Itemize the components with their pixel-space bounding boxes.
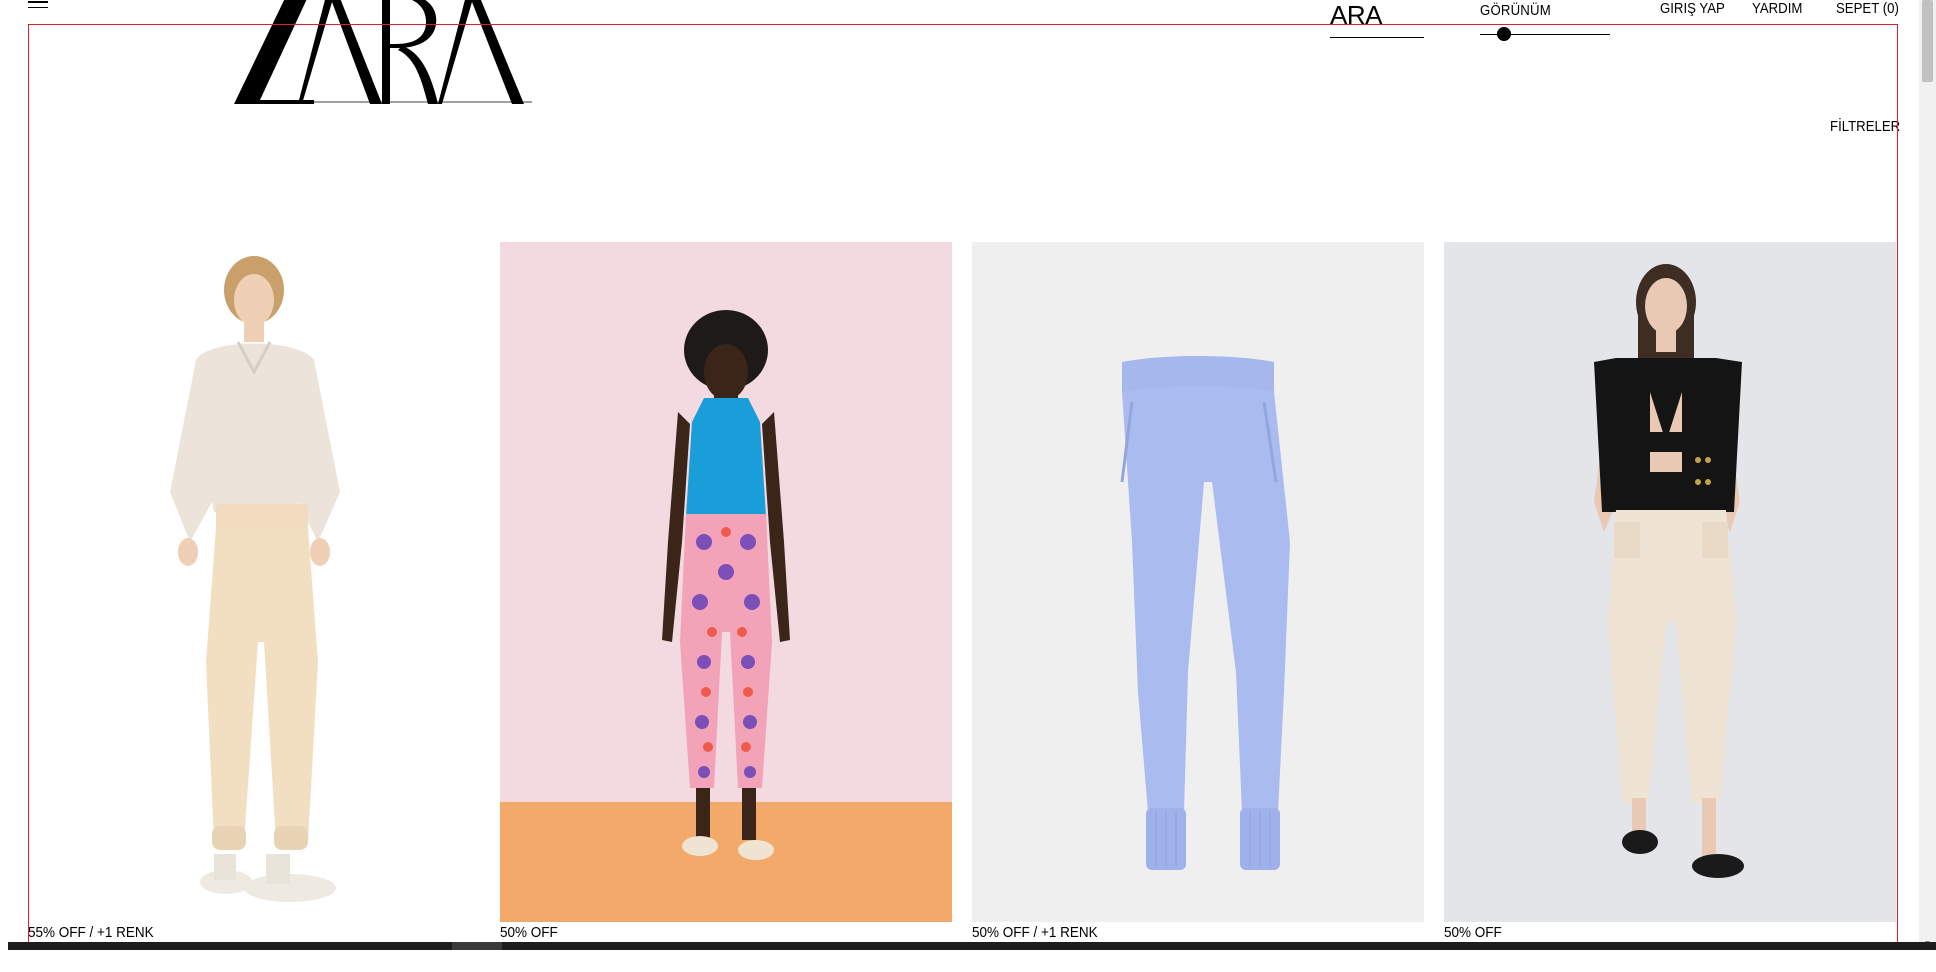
product-caption[interactable]: 50% OFF: [500, 924, 907, 941]
product-card[interactable]: 55% OFF / +1 RENK: [28, 242, 480, 941]
page: ARA GÖRÜNÜM GIRIŞ YAP YARDIM SEPET (0) F…: [0, 0, 1936, 972]
login-link[interactable]: GIRIŞ YAP: [1660, 0, 1725, 17]
product-image[interactable]: [500, 242, 952, 922]
product-image[interactable]: [28, 242, 480, 922]
product-image[interactable]: [1444, 242, 1896, 922]
product-card[interactable]: 50% OFF: [1444, 242, 1896, 941]
taskbar: [8, 942, 1936, 950]
product-caption[interactable]: 50% OFF: [1444, 924, 1851, 941]
product-card[interactable]: 50% OFF: [500, 242, 952, 941]
product-caption[interactable]: 55% OFF / +1 RENK: [28, 924, 435, 941]
zara-logo[interactable]: [232, 0, 544, 116]
product-caption[interactable]: 50% OFF / +1 RENK: [972, 924, 1379, 941]
help-link[interactable]: YARDIM: [1752, 0, 1802, 17]
view-control: GÖRÜNÜM: [1480, 2, 1610, 41]
search-link[interactable]: ARA: [1330, 0, 1424, 38]
view-label: GÖRÜNÜM: [1480, 2, 1551, 19]
cart-link[interactable]: SEPET (0): [1836, 0, 1899, 17]
taskbar-item[interactable]: [452, 942, 502, 950]
view-slider-thumb[interactable]: [1497, 27, 1511, 41]
product-image[interactable]: [972, 242, 1424, 922]
view-slider[interactable]: [1480, 27, 1610, 41]
scrollbar-thumb[interactable]: [1922, 0, 1933, 82]
product-card[interactable]: 50% OFF / +1 RENK: [972, 242, 1424, 941]
product-grid: 55% OFF / +1 RENK 50% OFF 50% OFF / +1 R…: [28, 242, 1898, 941]
filters-button[interactable]: FİLTRELER: [1830, 118, 1900, 135]
vertical-scrollbar[interactable]: ▼: [1919, 0, 1936, 950]
hamburger-menu-icon[interactable]: [28, 0, 48, 8]
